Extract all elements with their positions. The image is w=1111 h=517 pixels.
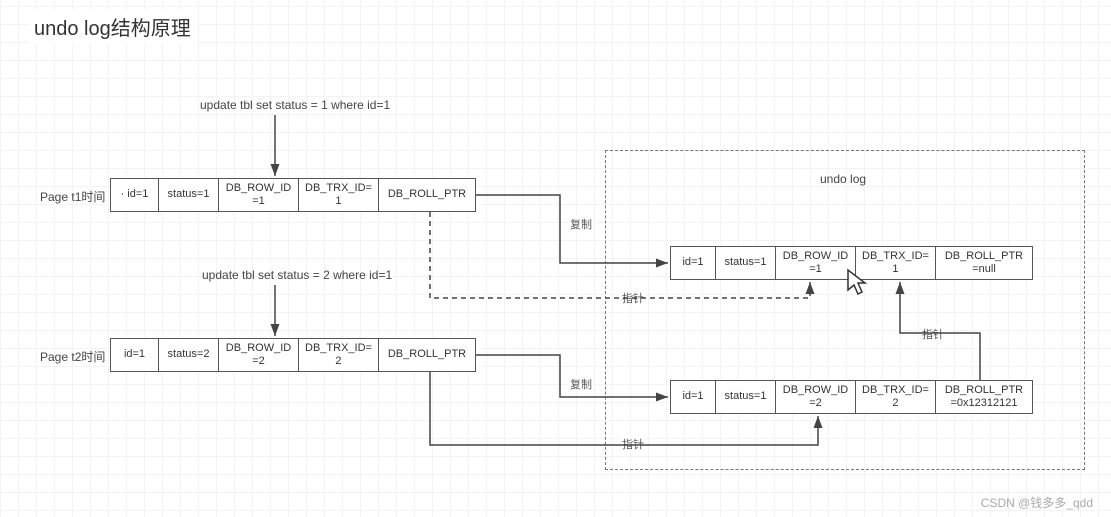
- sql-statement-2: update tbl set status = 2 where id=1: [202, 268, 392, 282]
- cell-row-id: DB_ROW_ID =2: [219, 339, 299, 371]
- undo-row-2: id=1 status=1 DB_ROW_ID =2 DB_TRX_ID= 2 …: [670, 380, 1033, 414]
- cell-status: status=1: [159, 179, 219, 211]
- undo-log-container: [605, 150, 1085, 470]
- page-t1-label: Page t1时间: [40, 188, 105, 205]
- edge-label-pointer-1: 指针: [620, 290, 646, 306]
- cell-status: status=1: [716, 247, 776, 279]
- cell-row-id: DB_ROW_ID =1: [776, 247, 856, 279]
- edge-label-copy-1: 复制: [568, 216, 594, 232]
- page-t2-row: id=1 status=2 DB_ROW_ID =2 DB_TRX_ID= 2 …: [110, 338, 476, 372]
- cell-status: status=2: [159, 339, 219, 371]
- cell-roll-ptr: DB_ROLL_PTR: [379, 179, 475, 211]
- sql-statement-1: update tbl set status = 1 where id=1: [200, 98, 390, 112]
- edge-label-copy-2: 复制: [568, 376, 594, 392]
- cell-status: status=1: [716, 381, 776, 413]
- cell-id: · id=1: [111, 179, 159, 211]
- cell-roll-ptr: DB_ROLL_PTR: [379, 339, 475, 371]
- cell-trx-id: DB_TRX_ID= 1: [856, 247, 936, 279]
- cell-id: id=1: [671, 247, 716, 279]
- page-t1-row: · id=1 status=1 DB_ROW_ID =1 DB_TRX_ID= …: [110, 178, 476, 212]
- cell-row-id: DB_ROW_ID =2: [776, 381, 856, 413]
- undo-log-title: undo log: [820, 172, 866, 186]
- cell-roll-ptr: DB_ROLL_PTR =0x12312121: [936, 381, 1032, 413]
- diagram-canvas: undo log结构原理 update tbl set status = 1 w…: [0, 0, 1111, 517]
- diagram-title: undo log结构原理: [28, 10, 197, 43]
- edge-label-pointer-3: 指针: [920, 326, 946, 342]
- cell-roll-ptr: DB_ROLL_PTR =null: [936, 247, 1032, 279]
- edge-label-pointer-2: 指针: [620, 436, 646, 452]
- cell-trx-id: DB_TRX_ID= 2: [299, 339, 379, 371]
- cell-trx-id: DB_TRX_ID= 2: [856, 381, 936, 413]
- watermark: CSDN @钱多多_qdd: [981, 494, 1093, 511]
- cell-id: id=1: [671, 381, 716, 413]
- cell-row-id: DB_ROW_ID =1: [219, 179, 299, 211]
- undo-row-1: id=1 status=1 DB_ROW_ID =1 DB_TRX_ID= 1 …: [670, 246, 1033, 280]
- page-t2-label: Page t2时间: [40, 348, 105, 365]
- cell-trx-id: DB_TRX_ID= 1: [299, 179, 379, 211]
- cell-id: id=1: [111, 339, 159, 371]
